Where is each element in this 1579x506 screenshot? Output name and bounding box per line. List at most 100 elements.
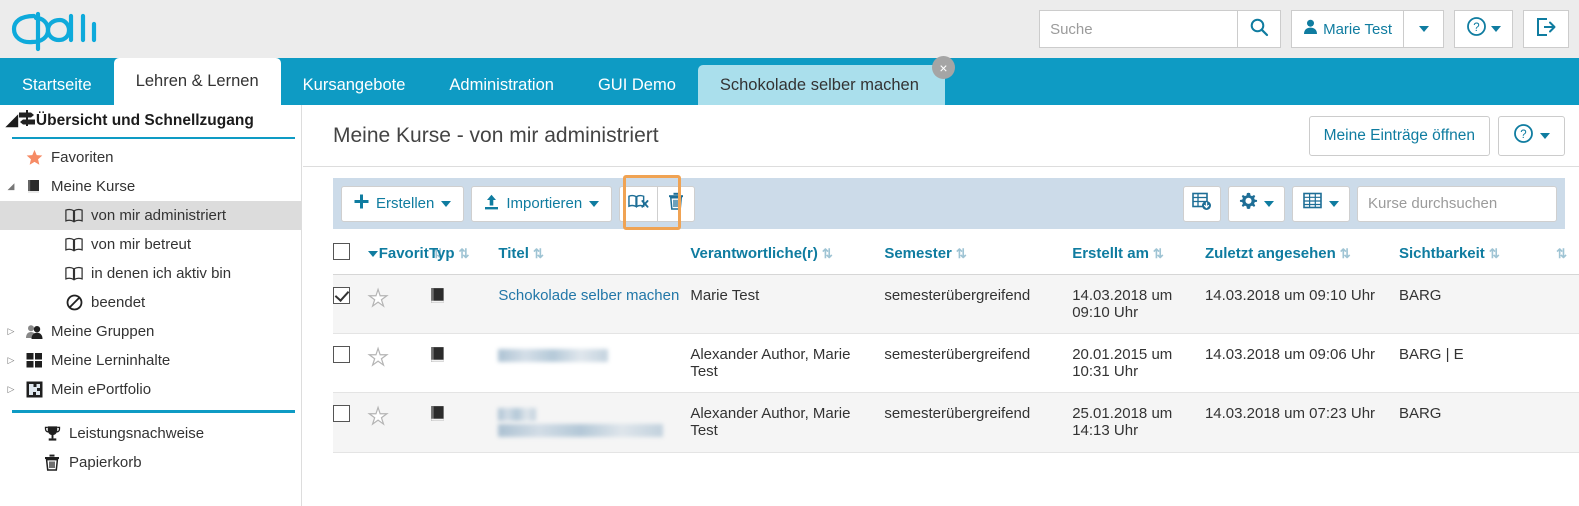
chevron-collapsed-icon[interactable]: ▷: [0, 326, 22, 337]
sidebar-item-beendet[interactable]: beendet: [0, 288, 301, 317]
columns-button[interactable]: [1292, 185, 1350, 222]
sidebar-item-meine-lerninhalte[interactable]: ▷ Meine Lerninhalte: [0, 346, 301, 375]
sidebar-item-leistungsnachweise[interactable]: Leistungsnachweise: [0, 419, 301, 448]
row-title[interactable]: [498, 333, 691, 393]
user-button[interactable]: Marie Test: [1291, 10, 1404, 48]
tab-startseite[interactable]: Startseite: [0, 65, 114, 105]
group-icon: [22, 324, 46, 340]
content-help-button[interactable]: ?: [1498, 115, 1565, 156]
sidebar-header-label: Übersicht und Schnellzugang: [35, 111, 254, 129]
chevron-expanded-icon[interactable]: ◢: [0, 181, 22, 192]
header-verantwortliche[interactable]: Verantwortliche(r) ⇅: [690, 237, 885, 275]
user-dropdown-button[interactable]: [1404, 10, 1444, 48]
chevron-collapsed-icon[interactable]: ▷: [0, 384, 22, 395]
sort-icon[interactable]: ⇅: [459, 246, 470, 261]
row-select-cell[interactable]: [333, 333, 368, 393]
sidebar-item-mein-eportfolio[interactable]: ▷ Mein ePortfolio: [0, 375, 301, 404]
header-label: Typ: [428, 245, 455, 262]
row-created: 20.01.2015 um 10:31 Uhr: [1072, 333, 1205, 393]
tab-kursangebote[interactable]: Kursangebote: [281, 65, 428, 105]
sort-icon[interactable]: ⇅: [533, 246, 544, 261]
table-row[interactable]: ★ Alexander Author, Marie Test semesterü…: [333, 392, 1579, 453]
row-select-cell[interactable]: [333, 274, 368, 334]
import-label: Importieren: [506, 195, 583, 212]
row-semester: semesterübergreifend: [884, 274, 1073, 334]
sort-icon[interactable]: ⇅: [1489, 246, 1500, 261]
sidebar-item-in-denen-ich-aktiv-bin[interactable]: in denen ich aktiv bin: [0, 259, 301, 288]
search-input[interactable]: [1039, 10, 1238, 48]
row-favorite-cell[interactable]: ★: [367, 392, 429, 453]
row-favorite-cell[interactable]: ★: [367, 333, 429, 393]
page-title: Meine Kurse - von mir administriert: [333, 123, 659, 147]
sidebar-item-label: beendet: [91, 294, 146, 311]
header-extra-column[interactable]: ⇅: [1552, 237, 1579, 275]
select-all-checkbox[interactable]: [333, 243, 350, 260]
create-button[interactable]: Erstellen: [341, 185, 465, 222]
import-button[interactable]: Importieren: [471, 185, 613, 222]
row-title[interactable]: [498, 392, 691, 453]
sidebar-item-label: von mir administriert: [91, 207, 227, 224]
close-icon[interactable]: ×: [931, 56, 955, 79]
tab-lehren-und-lernen[interactable]: Lehren & Lernen: [113, 58, 281, 105]
table-toolbar: Erstellen Importieren: [333, 175, 1565, 230]
table-download-icon: [1192, 192, 1212, 216]
header-semester[interactable]: Semester ⇅: [884, 237, 1073, 275]
sort-icon[interactable]: ⇅: [1153, 246, 1164, 261]
header-sichtbarkeit[interactable]: Sichtbarkeit ⇅: [1398, 237, 1553, 275]
star-outline-icon[interactable]: ★: [367, 344, 389, 370]
row-checkbox[interactable]: [333, 346, 350, 363]
sort-icon[interactable]: ⇅: [956, 246, 967, 261]
help-button[interactable]: ?: [1454, 10, 1513, 48]
settings-button[interactable]: [1228, 185, 1285, 222]
row-checkbox[interactable]: [333, 287, 350, 304]
sidebar-item-favoriten[interactable]: Favoriten: [0, 143, 301, 172]
row-checkbox[interactable]: [333, 405, 350, 422]
table-row[interactable]: ★ Alexander Author, Marie Test semesterü…: [333, 333, 1579, 393]
logout-icon: [1535, 17, 1557, 42]
header-erstellt-am[interactable]: Erstellt am ⇅: [1072, 237, 1205, 275]
row-type-cell: [428, 392, 499, 453]
signpost-icon: [18, 109, 36, 132]
book-icon: [429, 288, 447, 309]
table-row[interactable]: ★ Schokolade selber machen Marie Test se…: [333, 274, 1579, 334]
sidebar-item-meine-gruppen[interactable]: ▷ Meine Gruppen: [0, 317, 301, 346]
opal-logo[interactable]: [8, 4, 108, 54]
header-titel[interactable]: Titel ⇅: [498, 237, 691, 275]
chevron-expanded-icon[interactable]: ◢: [6, 111, 18, 130]
header-typ[interactable]: Typ ⇅: [428, 237, 499, 275]
trophy-icon: [40, 425, 64, 442]
row-last-viewed: 14.03.2018 um 09:10 Uhr: [1204, 274, 1399, 334]
row-favorite-cell[interactable]: ★: [367, 274, 429, 334]
sidebar-item-von-mir-administriert[interactable]: von mir administriert: [0, 201, 301, 230]
sidebar-item-papierkorb[interactable]: Papierkorb: [0, 448, 301, 477]
sidebar-divider-top: [12, 137, 295, 139]
table-search-input[interactable]: [1357, 185, 1557, 222]
header-zuletzt-angesehen[interactable]: Zuletzt angesehen ⇅: [1204, 237, 1399, 275]
close-course-button[interactable]: [619, 185, 658, 222]
sort-icon[interactable]: ⇅: [822, 246, 833, 261]
sort-icon[interactable]: ⇅: [1340, 246, 1351, 261]
sidebar-item-meine-kurse[interactable]: ◢ Meine Kurse: [0, 172, 301, 201]
sidebar-item-von-mir-betreut[interactable]: von mir betreut: [0, 230, 301, 259]
header-label: Erstellt am: [1072, 245, 1149, 262]
logout-button[interactable]: [1523, 10, 1569, 48]
star-outline-icon[interactable]: ★: [367, 403, 389, 429]
chevron-down-icon: [441, 200, 452, 207]
sort-icon[interactable]: ⇅: [1556, 246, 1567, 261]
toolbar-action-group: [619, 185, 696, 222]
star-outline-icon[interactable]: ★: [367, 285, 389, 311]
delete-button[interactable]: [657, 185, 696, 222]
chevron-collapsed-icon[interactable]: ▷: [0, 355, 22, 366]
open-my-entries-button[interactable]: Meine Einträge öffnen: [1308, 115, 1490, 156]
sidebar-header[interactable]: ◢ Übersicht und Schnellzugang: [0, 105, 301, 136]
tab-gui-demo[interactable]: GUI Demo: [576, 65, 698, 105]
header-select-all[interactable]: [333, 237, 368, 275]
export-table-button[interactable]: [1183, 185, 1221, 222]
row-select-cell[interactable]: [333, 392, 368, 453]
tab-administration[interactable]: Administration: [427, 65, 576, 105]
tab-schokolade-selber-machen[interactable]: Schokolade selber machen ×: [697, 56, 955, 105]
row-title[interactable]: Schokolade selber machen: [498, 274, 691, 334]
search-button[interactable]: [1237, 10, 1282, 48]
table-header: Favorit ⇅ Typ ⇅ Titel ⇅ Verantwortliche(r) ⇅: [333, 237, 1579, 275]
header-favorit[interactable]: Favorit ⇅: [367, 237, 444, 275]
